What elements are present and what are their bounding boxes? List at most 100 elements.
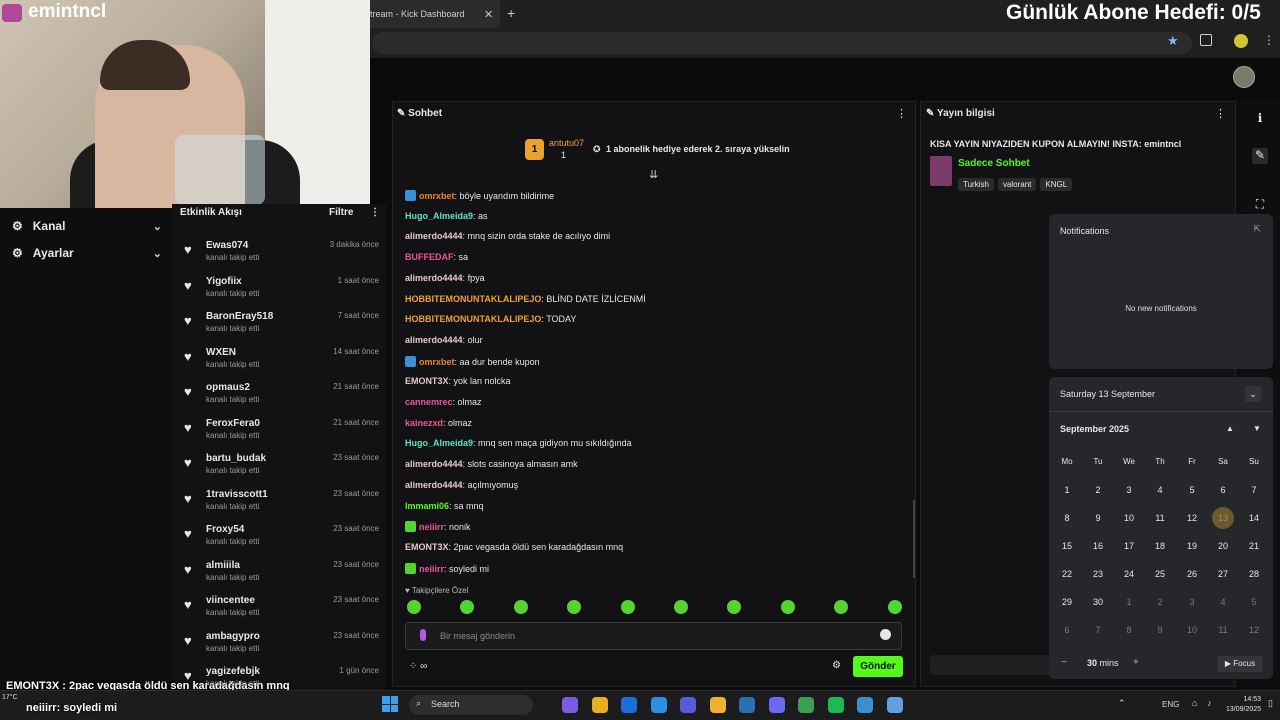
chat-username[interactable]: alimerdo4444 bbox=[405, 273, 463, 283]
chat-username[interactable]: cannemrec bbox=[405, 397, 453, 407]
windows-start-icon[interactable] bbox=[382, 696, 398, 712]
emote-icon[interactable] bbox=[834, 600, 849, 614]
calendar-day[interactable]: 8 bbox=[1052, 509, 1082, 527]
feed-row[interactable]: ♥ WXEN kanalı takip etti 14 saat önce bbox=[180, 343, 385, 378]
filter-button[interactable]: Filtre bbox=[329, 207, 353, 218]
calendar-day[interactable]: 10 bbox=[1177, 621, 1207, 639]
calendar-day[interactable]: 9 bbox=[1083, 509, 1113, 527]
new-tab-icon[interactable]: + bbox=[507, 5, 515, 21]
chat-menu-icon[interactable]: ⋮ bbox=[896, 107, 907, 120]
calendar-day[interactable]: 11 bbox=[1145, 509, 1175, 527]
folder-icon[interactable] bbox=[709, 697, 726, 713]
chat-username[interactable]: alimerdo4444 bbox=[405, 480, 463, 490]
calendar-day[interactable]: 10 bbox=[1114, 509, 1144, 527]
steam-icon[interactable] bbox=[739, 697, 755, 713]
collapse-calendar-icon[interactable]: ⌄ bbox=[1245, 386, 1261, 402]
focus-button[interactable]: ▶ Focus bbox=[1217, 656, 1263, 672]
calendar-day[interactable]: 2 bbox=[1145, 593, 1175, 611]
send-button[interactable]: Gönder bbox=[853, 656, 903, 677]
emote-icon[interactable] bbox=[460, 600, 475, 614]
chat-username[interactable]: alimerdo4444 bbox=[405, 231, 463, 241]
notification-bell-icon[interactable]: ▯ bbox=[1268, 698, 1273, 709]
chat-username[interactable]: lmmami06 bbox=[405, 501, 449, 511]
calendar-day[interactable]: 15 bbox=[1052, 537, 1082, 555]
address-bar[interactable] bbox=[372, 32, 1192, 54]
prev-month-icon[interactable]: ▲ bbox=[1226, 424, 1234, 433]
info-menu-icon[interactable]: ⋮ bbox=[1215, 107, 1226, 120]
emoji-icon[interactable] bbox=[880, 629, 891, 640]
calendar-day[interactable]: 12 bbox=[1177, 509, 1207, 527]
calendar-day[interactable]: 20 bbox=[1208, 537, 1238, 555]
calendar-day-today[interactable]: 13 bbox=[1212, 507, 1234, 529]
chat-scrollbar[interactable] bbox=[913, 500, 915, 578]
calendar-day[interactable]: 1 bbox=[1052, 481, 1082, 499]
calendar-day[interactable]: 24 bbox=[1114, 565, 1144, 583]
calendar-day[interactable]: 1 bbox=[1114, 593, 1144, 611]
calendar-day[interactable]: 23 bbox=[1083, 565, 1113, 583]
emote-icon[interactable] bbox=[567, 600, 582, 614]
chat-username[interactable]: EMONT3X bbox=[405, 542, 449, 552]
close-tab-icon[interactable]: ✕ bbox=[484, 8, 493, 21]
decrease-focus-icon[interactable]: − bbox=[1061, 657, 1067, 668]
chat-username[interactable]: HOBBITEMONUNTAKLALIPEJO bbox=[405, 314, 541, 324]
calendar-day[interactable]: 6 bbox=[1208, 481, 1238, 499]
calendar-day[interactable]: 8 bbox=[1114, 621, 1144, 639]
feed-row[interactable]: ♥ bartu_budak kanalı takip etti 23 saat önc… bbox=[180, 449, 385, 484]
chat-username[interactable]: kainezxd bbox=[405, 418, 443, 428]
chat-username[interactable]: Hugo_Almeida9 bbox=[405, 438, 473, 448]
feed-row[interactable]: ♥ BaronEray518 kanalı takip etti 7 saat önc… bbox=[180, 307, 385, 342]
chrome-icon[interactable] bbox=[798, 697, 814, 713]
calendar-day[interactable]: 12 bbox=[1239, 621, 1269, 639]
chat-username[interactable]: neiiirr bbox=[419, 564, 444, 574]
calendar-day[interactable]: 25 bbox=[1145, 565, 1175, 583]
emote-icon[interactable] bbox=[674, 600, 688, 614]
chat-username[interactable]: omrxbet bbox=[419, 191, 455, 201]
teams-icon[interactable] bbox=[680, 697, 696, 713]
emote-icon[interactable] bbox=[780, 600, 795, 614]
calendar-day[interactable]: 7 bbox=[1083, 621, 1113, 639]
expand-icon[interactable]: ⛶ bbox=[1252, 197, 1268, 213]
feed-row[interactable]: ♥ opmaus2 kanalı takip etti 21 saat önce bbox=[180, 378, 385, 413]
feed-row[interactable]: ♥ almiiila kanalı takip etti 23 saat önce bbox=[180, 556, 385, 591]
calendar-day[interactable]: 19 bbox=[1177, 537, 1207, 555]
obs-icon[interactable] bbox=[886, 697, 903, 713]
chat-settings-icon[interactable]: ⚙ bbox=[832, 660, 841, 671]
calendar-day[interactable]: 30 bbox=[1083, 593, 1113, 611]
copilot-icon[interactable] bbox=[562, 697, 578, 713]
calendar-day[interactable]: 29 bbox=[1052, 593, 1082, 611]
calendar-day[interactable]: 6 bbox=[1052, 621, 1082, 639]
calendar-day[interactable]: 22 bbox=[1052, 565, 1082, 583]
emote-icon[interactable] bbox=[887, 600, 902, 614]
pinned-toggle-icon[interactable]: ⇊ bbox=[649, 168, 658, 181]
feed-row[interactable]: ♥ ambagypro kanalı takip etti 23 saat önce bbox=[180, 627, 385, 662]
taskbar-clock[interactable]: 14:53 13/09/2025 bbox=[1226, 695, 1261, 715]
extensions-icon[interactable] bbox=[1200, 34, 1212, 46]
outlook-icon[interactable] bbox=[621, 697, 637, 713]
increase-focus-icon[interactable]: + bbox=[1133, 657, 1139, 668]
calendar-day[interactable]: 5 bbox=[1177, 481, 1207, 499]
profile-icon[interactable] bbox=[1234, 34, 1248, 48]
emote-icon[interactable] bbox=[407, 600, 421, 614]
edge-icon[interactable] bbox=[650, 697, 667, 713]
emote-icon[interactable] bbox=[513, 600, 528, 614]
chat-tools-icon[interactable]: ⁘ ∞ bbox=[409, 661, 427, 672]
chat-username[interactable]: alimerdo4444 bbox=[405, 459, 463, 469]
chat-username[interactable]: omrxbet bbox=[419, 357, 455, 367]
chat-username[interactable]: Hugo_Almeida9 bbox=[405, 211, 473, 221]
feed-row[interactable]: ♥ Ewas074 kanalı takip etti 3 dakika önce bbox=[180, 236, 385, 271]
calendar-day[interactable]: 5 bbox=[1239, 593, 1269, 611]
chat-input[interactable]: Bir mesaj gönderin bbox=[405, 622, 902, 650]
browser-menu-icon[interactable]: ⋮ bbox=[1263, 33, 1275, 47]
tray-expand-icon[interactable]: ⌃ bbox=[1118, 698, 1126, 709]
language-indicator[interactable]: ENG bbox=[1162, 700, 1179, 709]
store-icon[interactable] bbox=[857, 697, 873, 713]
calendar-day[interactable]: 11 bbox=[1208, 621, 1238, 639]
file-explorer-icon[interactable] bbox=[591, 697, 608, 713]
avatar[interactable] bbox=[1233, 66, 1255, 88]
calendar-day[interactable]: 21 bbox=[1239, 537, 1269, 555]
feed-row[interactable]: ♥ Froxy54 kanalı takip etti 23 saat önce bbox=[180, 520, 385, 555]
feed-menu-icon[interactable]: ⋮ bbox=[370, 207, 380, 218]
calendar-day[interactable]: 4 bbox=[1208, 593, 1238, 611]
edit-icon[interactable]: ✎ bbox=[1252, 148, 1268, 164]
notification-settings-icon[interactable]: ⇱ bbox=[1253, 224, 1261, 235]
